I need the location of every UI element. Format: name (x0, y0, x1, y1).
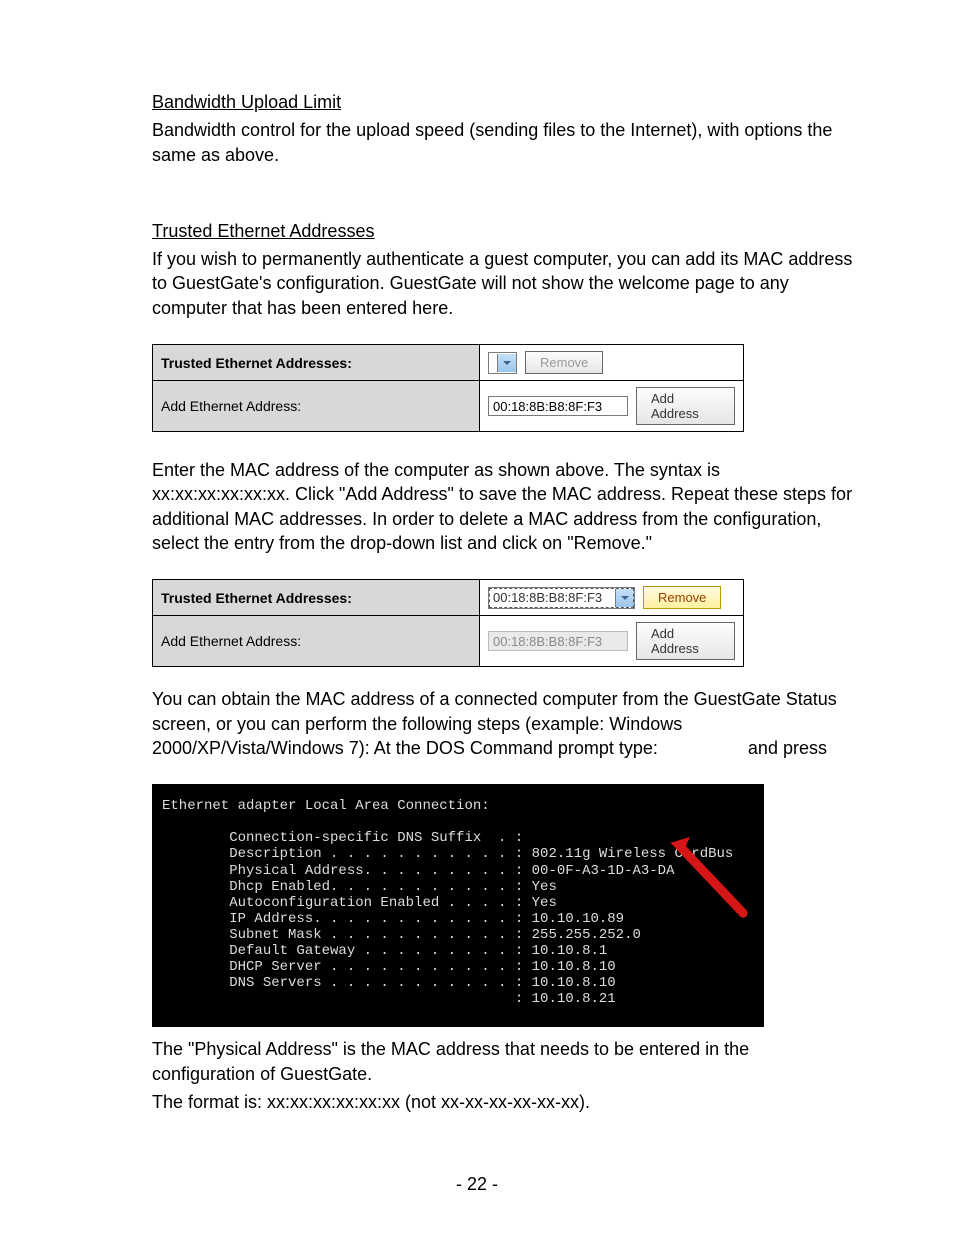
add-address-input[interactable] (488, 631, 628, 651)
label-add-address: Add Ethernet Address: (153, 381, 480, 432)
label-add-address: Add Ethernet Address: (153, 616, 480, 667)
table-row: Trusted Ethernet Addresses: 00:18:8B:B8:… (153, 580, 744, 616)
trusted-addresses-dropdown[interactable]: 00:18:8B:B8:8F:F3 (488, 587, 635, 609)
table-row: Trusted Ethernet Addresses: Remove (153, 345, 744, 381)
page-number: - 22 - (0, 1174, 954, 1195)
remove-button[interactable]: Remove (643, 586, 721, 609)
text-bandwidth-upload: Bandwidth control for the upload speed (… (152, 118, 854, 167)
chevron-down-icon (615, 589, 634, 607)
text-format: The format is: xx:xx:xx:xx:xx:xx (not xx… (152, 1090, 854, 1114)
trusted-ethernet-table-1: Trusted Ethernet Addresses: Remove Add E… (152, 344, 744, 432)
add-address-input[interactable] (488, 396, 628, 416)
terminal-output: Ethernet adapter Local Area Connection: … (152, 784, 764, 1027)
table-row: Add Ethernet Address: Add Address (153, 616, 744, 667)
heading-bandwidth-upload: Bandwidth Upload Limit (152, 92, 341, 112)
arrow-icon (664, 834, 754, 924)
trusted-addresses-dropdown[interactable] (488, 352, 517, 374)
heading-trusted-ethernet: Trusted Ethernet Addresses (152, 221, 374, 241)
label-trusted-addresses: Trusted Ethernet Addresses: (153, 580, 480, 616)
text-obtain-mac: You can obtain the MAC address of a conn… (152, 687, 854, 760)
text-trusted-ethernet: If you wish to permanently authenticate … (152, 247, 854, 320)
text-enter-mac: Enter the MAC address of the computer as… (152, 458, 854, 555)
table-row: Add Ethernet Address: Add Address (153, 381, 744, 432)
add-address-button[interactable]: Add Address (636, 387, 735, 425)
chevron-down-icon (497, 354, 516, 372)
label-trusted-addresses: Trusted Ethernet Addresses: (153, 345, 480, 381)
add-address-button[interactable]: Add Address (636, 622, 735, 660)
text-physical-address: The "Physical Address" is the MAC addres… (152, 1037, 854, 1086)
trusted-ethernet-table-2: Trusted Ethernet Addresses: 00:18:8B:B8:… (152, 579, 744, 667)
remove-button[interactable]: Remove (525, 351, 603, 374)
